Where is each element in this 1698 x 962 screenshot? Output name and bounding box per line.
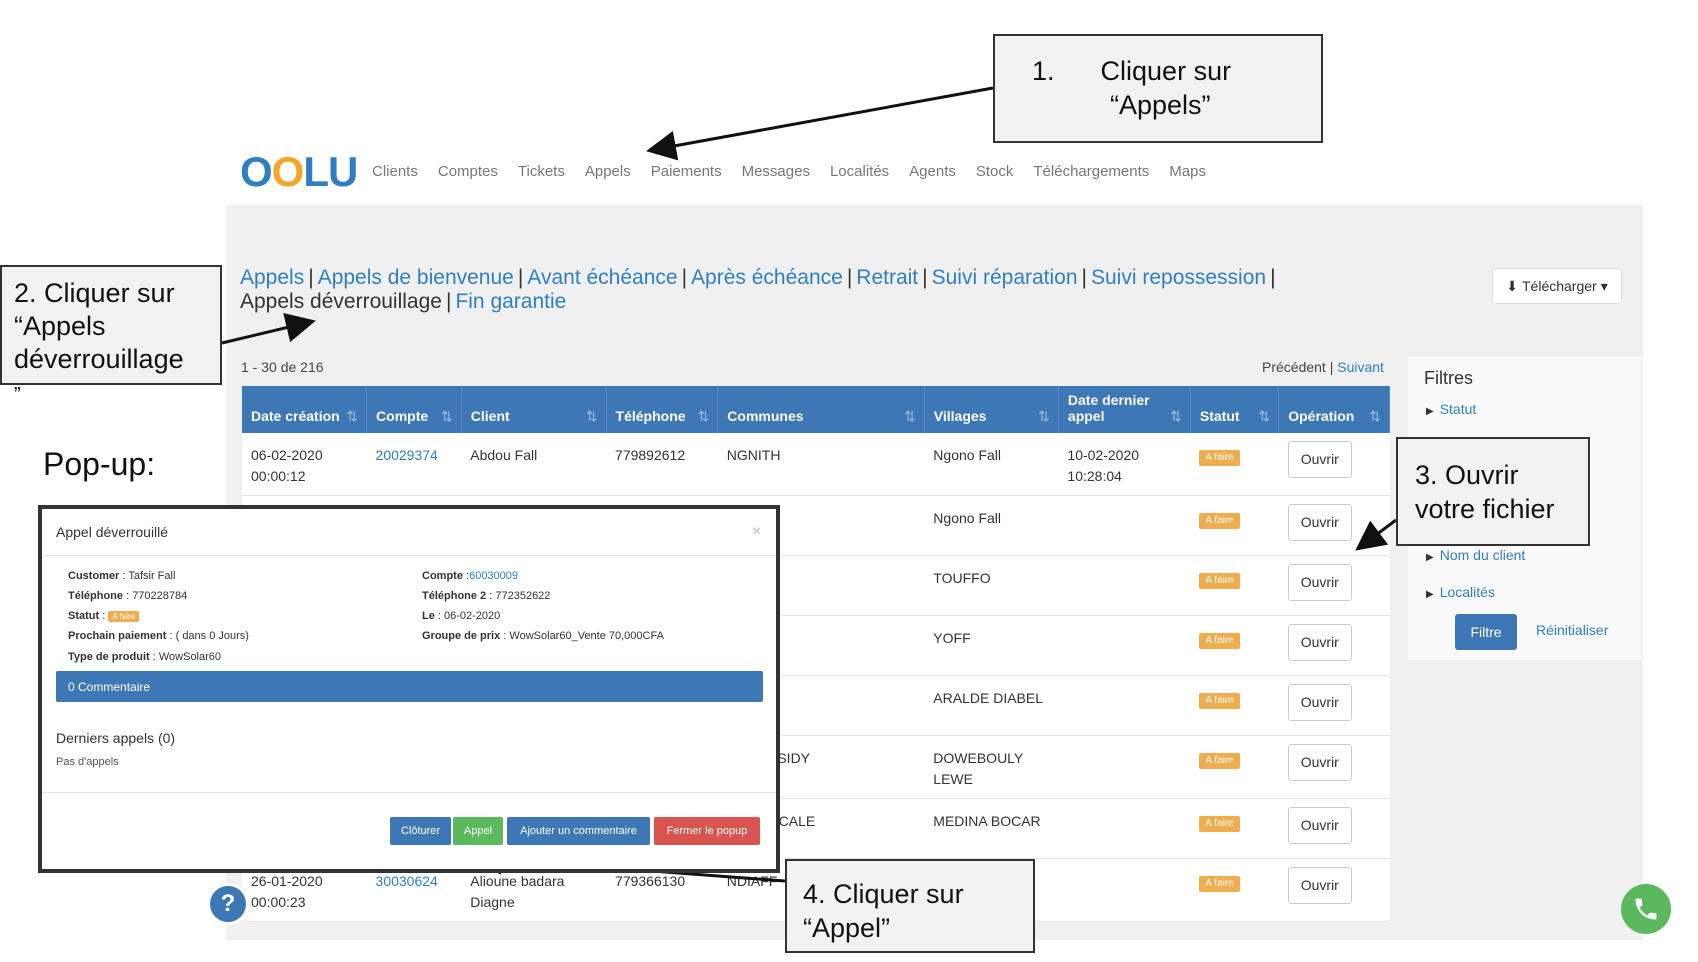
last-calls-title: Derniers appels (0): [56, 730, 176, 746]
annotation-step-2-quote: ”: [14, 384, 21, 406]
help-icon[interactable]: ?: [207, 883, 249, 925]
add-comment-button[interactable]: Ajouter un commentaire: [507, 817, 650, 845]
popup-title: Appel déverrouillé: [56, 524, 169, 540]
popup-compte-link[interactable]: 60030009: [469, 570, 518, 582]
arrow-1: [646, 86, 994, 161]
cloturer-button[interactable]: Clôturer: [390, 817, 451, 845]
last-calls-empty: Pas d'appels: [56, 756, 119, 768]
annotation-step-1: 1. Cliquer sur “Appels”: [993, 34, 1323, 143]
status-badge: A faire: [108, 611, 140, 622]
popup-groupe-prix: Groupe de prix : WowSolar60_Vente 70,000…: [422, 630, 664, 642]
popup-statut: Statut : A faire: [68, 610, 140, 622]
annotation-step-2: 2. Cliquer sur “Appels déverrouillage: [0, 265, 222, 385]
popup-label: Pop-up:: [43, 446, 156, 482]
annotation-step-3: 3. Ouvrir votre fichier: [1396, 437, 1590, 546]
popup-compte: Compte :60030009: [422, 570, 519, 582]
arrow-3: [1355, 518, 1397, 551]
popup-telephone: Téléphone : 770228784: [68, 590, 188, 602]
popup-type-produit: Type de produit : WowSolar60: [68, 651, 222, 663]
comments-bar[interactable]: 0 Commentaire: [56, 671, 763, 702]
phone-call-icon[interactable]: [1621, 884, 1671, 934]
appel-button[interactable]: Appel: [453, 817, 503, 845]
phone-icon: [1635, 898, 1657, 920]
annotation-step-4: 4. Cliquer sur “Appel”: [785, 859, 1035, 953]
close-icon[interactable]: ×: [752, 523, 761, 541]
popup-le: Le : 06-02-2020: [422, 610, 501, 622]
popup-prochain-paiement: Prochain paiement : ( dans 0 Jours): [68, 630, 249, 642]
arrow-2: [221, 312, 316, 345]
popup-customer: Customer : Tafsir Fall: [68, 570, 176, 582]
close-popup-button[interactable]: Fermer le popup: [654, 817, 760, 845]
popup-telephone-2: Téléphone 2 : 772352622: [422, 590, 551, 602]
